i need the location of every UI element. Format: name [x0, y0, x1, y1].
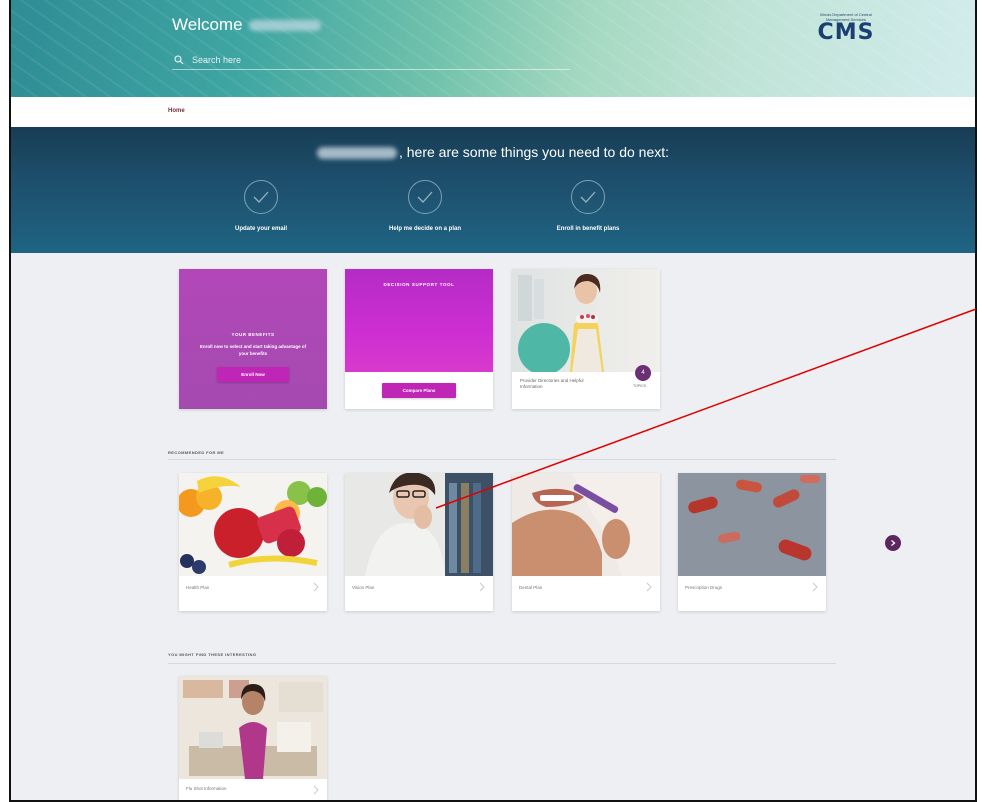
- step-enroll[interactable]: Enroll in benefit plans: [518, 180, 658, 232]
- chevron-right-icon[interactable]: [311, 581, 321, 593]
- benefits-title: YOUR BENEFITS: [231, 332, 275, 337]
- search-input[interactable]: [192, 54, 552, 65]
- cms-logo[interactable]: Illinois Department of Central Managemen…: [809, 12, 883, 44]
- header: Welcome Illinois Department of Central M…: [11, 0, 975, 97]
- next-steps-title: , here are some things you need to do ne…: [11, 144, 975, 160]
- vision-plan-tile[interactable]: Vision Plan: [345, 473, 493, 611]
- tile-label: Dental Plan: [519, 585, 543, 590]
- step-label: Update your email: [234, 226, 287, 232]
- redacted-username: [248, 20, 321, 32]
- chevron-right-icon: [891, 540, 896, 546]
- search-icon[interactable]: [174, 55, 184, 65]
- provider-directories-card[interactable]: Provider Directories and Helpful Informa…: [512, 269, 660, 409]
- topics-count-badge: 4: [635, 365, 651, 381]
- check-circle-icon: [408, 180, 442, 214]
- recommended-divider: [168, 459, 836, 460]
- step-update-email[interactable]: Update your email: [191, 180, 331, 232]
- redacted-username: [316, 147, 397, 160]
- flu-shot-photo: [179, 676, 327, 779]
- search-bar[interactable]: [172, 50, 570, 70]
- tile-label: Health Plan: [186, 585, 210, 590]
- vision-plan-photo: [345, 473, 493, 576]
- tile-label: Flu Shot Information: [186, 786, 227, 791]
- decision-support-footer: Compare Plans: [345, 372, 493, 409]
- decision-support-card: DECISION SUPPORT TOOL Compare Plans: [345, 269, 493, 409]
- welcome-heading: Welcome: [172, 15, 321, 35]
- interesting-heading: YOU MIGHT FIND THESE INTERESTING: [168, 652, 257, 657]
- step-help-decide[interactable]: Help me decide on a plan: [355, 180, 495, 232]
- provider-photo: [512, 269, 660, 372]
- dental-plan-tile[interactable]: Dental Plan: [512, 473, 660, 611]
- breadcrumb-home[interactable]: Home: [168, 108, 185, 114]
- provider-caption: Provider Directories and Helpful Informa…: [520, 378, 584, 389]
- carousel-next-button[interactable]: [885, 535, 901, 551]
- decision-support-title: DECISION SUPPORT TOOL: [383, 282, 455, 287]
- topics-label: TOPICS: [633, 384, 646, 388]
- step-label: Help me decide on a plan: [388, 226, 462, 232]
- compare-plans-button[interactable]: Compare Plans: [382, 383, 456, 398]
- health-plan-tile[interactable]: Health Plan: [179, 473, 327, 611]
- logo-text: CMS: [817, 20, 875, 45]
- next-steps-banner: , here are some things you need to do ne…: [11, 127, 975, 253]
- check-circle-icon: [571, 180, 605, 214]
- check-circle-icon: [244, 180, 278, 214]
- welcome-label: Welcome: [172, 15, 243, 34]
- enroll-now-button[interactable]: Enroll Now: [217, 367, 289, 382]
- flu-shot-tile[interactable]: Flu Shot Information: [179, 676, 327, 800]
- chevron-right-icon[interactable]: [311, 784, 321, 796]
- tile-label: Vision Plan: [352, 585, 375, 590]
- prescription-drugs-tile[interactable]: Prescription Drugs: [678, 473, 826, 611]
- benefits-card: YOUR BENEFITS Enroll now to select and s…: [179, 269, 327, 409]
- tile-label: Prescription Drugs: [685, 585, 723, 590]
- recommended-heading: RECOMMENDED FOR ME: [168, 450, 225, 455]
- chevron-right-icon[interactable]: [644, 581, 654, 593]
- chevron-right-icon[interactable]: [477, 581, 487, 593]
- breadcrumb-bar: Home: [11, 97, 975, 127]
- decision-support-header: DECISION SUPPORT TOOL: [345, 269, 493, 372]
- chevron-right-icon[interactable]: [810, 581, 820, 593]
- health-plan-photo: [179, 473, 327, 576]
- browser-frame: Welcome Illinois Department of Central M…: [9, 0, 977, 802]
- interesting-divider: [168, 663, 836, 664]
- benefits-description: Enroll now to select and start taking ad…: [199, 344, 307, 356]
- step-label: Enroll in benefit plans: [556, 226, 620, 232]
- next-steps-title-text: , here are some things you need to do ne…: [398, 144, 670, 160]
- dental-plan-photo: [512, 473, 660, 576]
- prescription-drugs-photo: [678, 473, 826, 576]
